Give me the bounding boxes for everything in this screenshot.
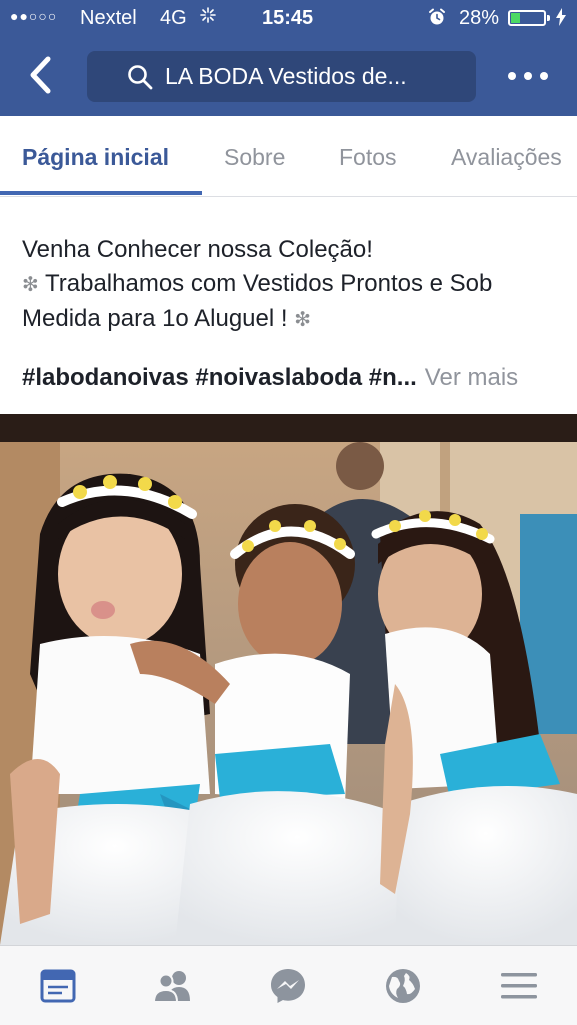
battery-fill: [511, 13, 520, 23]
hashtag-links[interactable]: #labodanoivas #noivaslaboda #n...: [22, 364, 417, 391]
bottom-tab-bar: [0, 945, 577, 1025]
battery-percent: 28%: [459, 7, 500, 29]
post-line-1: Venha Conhecer nossa Coleção!: [22, 236, 373, 263]
battery-tip: [547, 15, 550, 21]
signal-dots-icon: ●●○○○: [10, 8, 58, 24]
app-header: ●●○○○ Nextel 4G 15:45 28% LA BODA Vestid…: [0, 0, 577, 116]
post-line-2-text: Trabalhamos com Vestidos Prontos e Sob: [38, 270, 493, 297]
tab-messenger[interactable]: [266, 964, 310, 1008]
post-line-2: ❇ Trabalhamos com Vestidos Prontos e Sob: [22, 267, 562, 302]
battery-icon: [508, 10, 546, 26]
post-line-3-text: Medida para 1o Aluguel !: [22, 305, 295, 332]
globe-icon: [386, 969, 420, 1003]
friends-icon: [152, 971, 190, 1003]
page-tabs: Página inicial Sobre Fotos Avaliações: [0, 116, 577, 197]
post-photo[interactable]: [0, 414, 577, 945]
tab-photos[interactable]: Fotos: [339, 144, 397, 171]
active-tab-indicator: [0, 191, 202, 195]
search-icon: [128, 65, 153, 90]
alarm-clock-icon: [428, 8, 446, 31]
search-text: LA BODA Vestidos de...: [165, 63, 407, 89]
more-options-button[interactable]: [508, 62, 548, 90]
chevron-left-icon: [30, 56, 51, 94]
tab-notifications[interactable]: [381, 964, 425, 1008]
activity-icon: [200, 7, 216, 28]
see-more-link[interactable]: Ver mais: [425, 364, 518, 391]
tab-about[interactable]: Sobre: [224, 144, 285, 171]
charging-bolt-icon: [556, 8, 566, 31]
back-button[interactable]: [22, 52, 58, 98]
network-type: 4G: [160, 7, 187, 29]
tab-news-feed[interactable]: [36, 964, 80, 1008]
clock-time: 15:45: [262, 7, 314, 29]
status-bar: ●●○○○ Nextel 4G 15:45 28%: [0, 0, 577, 38]
tab-friends[interactable]: [151, 964, 195, 1008]
tab-menu[interactable]: [497, 964, 541, 1008]
sparkle-icon: ❇: [22, 274, 39, 296]
flower-girls-photo: [0, 414, 577, 945]
news-feed-icon: [40, 969, 76, 1003]
more-dots-icon: [540, 72, 548, 80]
post-hashtags: #labodanoivas #noivaslaboda #n... Ver mai…: [22, 364, 562, 392]
tab-reviews[interactable]: Avaliações: [451, 144, 562, 171]
post-text: Venha Conhecer nossa Coleção! ❇ Trabalha…: [22, 233, 562, 337]
more-dots-icon: [508, 72, 516, 80]
menu-icon: [501, 973, 537, 999]
search-input[interactable]: LA BODA Vestidos de...: [87, 51, 476, 102]
more-dots-icon: [524, 72, 532, 80]
sparkle-icon: ❇: [294, 309, 311, 331]
tab-home[interactable]: Página inicial: [22, 144, 169, 171]
carrier-name: Nextel: [80, 7, 137, 29]
post-line-3: Medida para 1o Aluguel ! ❇: [22, 302, 562, 337]
messenger-icon: [271, 969, 305, 1003]
